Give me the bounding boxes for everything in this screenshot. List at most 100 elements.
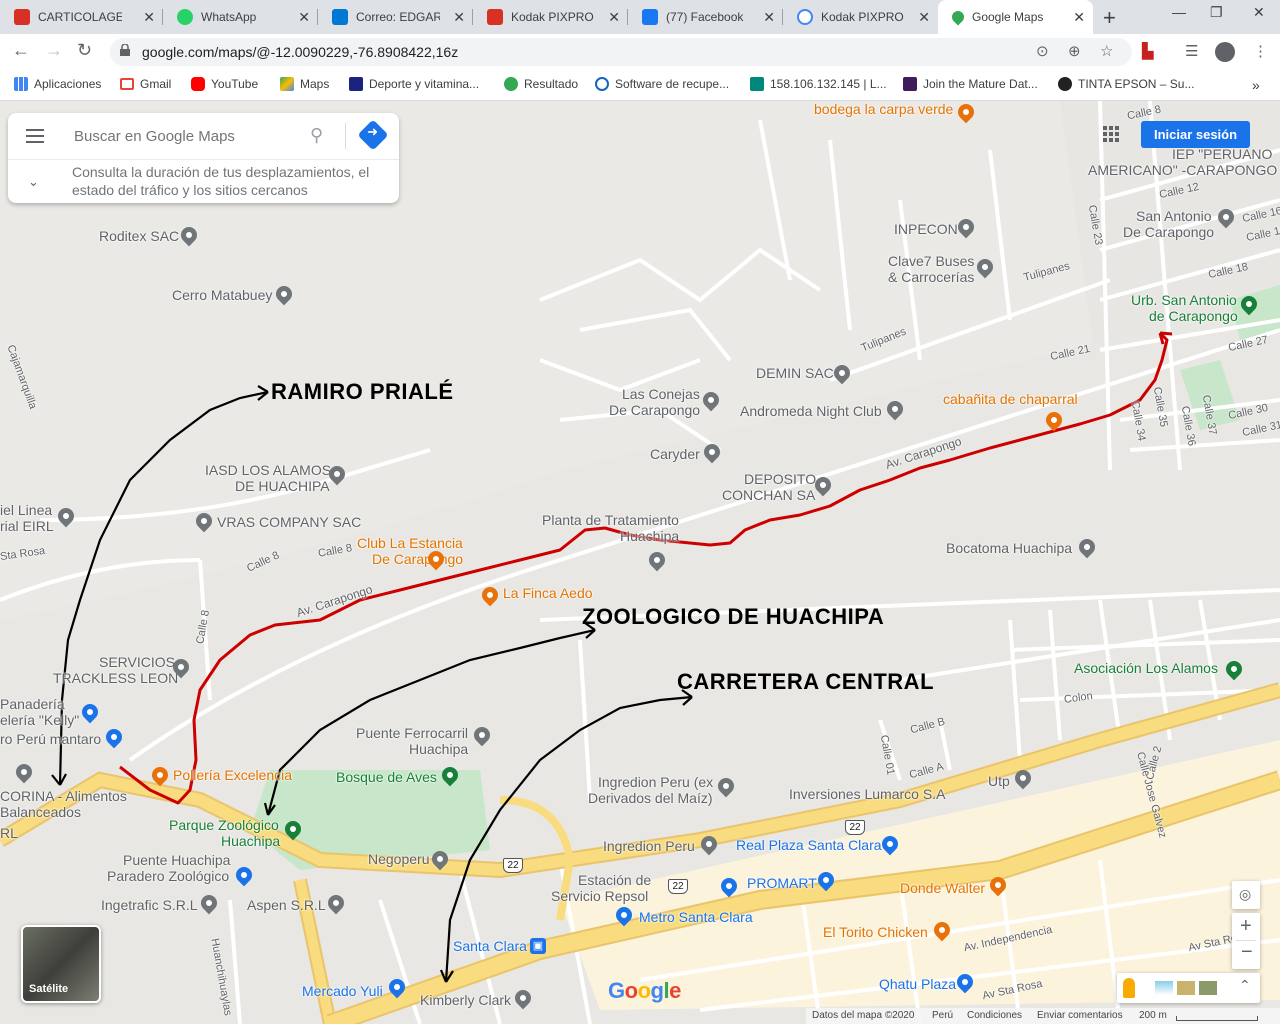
more-bookmarks-icon[interactable]: » bbox=[1252, 77, 1260, 93]
search-input[interactable] bbox=[72, 127, 296, 146]
terms-link[interactable]: Condiciones bbox=[967, 1010, 1022, 1021]
back-icon[interactable]: ← bbox=[12, 40, 30, 61]
expand-icon[interactable]: ⌃ bbox=[1239, 977, 1251, 994]
apps-grid-icon[interactable] bbox=[1103, 126, 1119, 142]
place-label[interactable]: Balanceados bbox=[0, 804, 81, 820]
place-label[interactable]: DE HUACHIPA bbox=[235, 478, 330, 494]
place-label[interactable]: de Carapongo bbox=[1149, 308, 1238, 324]
close-window-icon[interactable]: ✕ bbox=[1253, 4, 1265, 21]
place-label[interactable]: Puente Ferrocarril bbox=[356, 725, 468, 741]
chevron-down-icon[interactable]: ⌄ bbox=[28, 174, 39, 190]
place-label[interactable]: Cerro Matabuey bbox=[172, 287, 272, 303]
place-label[interactable]: Metro Santa Clara bbox=[639, 909, 753, 925]
bookmark-apps[interactable]: Aplicaciones bbox=[14, 77, 101, 91]
train-station-icon[interactable]: ▣ bbox=[530, 938, 546, 954]
location-icon[interactable]: ⊙ bbox=[1036, 42, 1049, 60]
satellite-toggle[interactable]: Satélite bbox=[21, 925, 101, 1003]
bookmark-maps[interactable]: Maps bbox=[280, 77, 329, 91]
place-label[interactable]: Derivados del Maíz) bbox=[588, 790, 713, 806]
bookmark-deporte[interactable]: Deporte y vitamina... bbox=[349, 77, 479, 91]
place-label[interactable]: Asociación Los Alamos bbox=[1074, 660, 1218, 676]
bookmark-gmail[interactable]: Gmail bbox=[120, 77, 171, 91]
place-label[interactable]: rial EIRL bbox=[0, 518, 54, 534]
place-label[interactable]: Mercado Yuli bbox=[302, 983, 383, 999]
place-label[interactable]: iel Linea bbox=[0, 502, 52, 518]
scale-label[interactable]: 200 m bbox=[1139, 1010, 1167, 1021]
country-link[interactable]: Perú bbox=[932, 1010, 953, 1021]
bookmark-mature[interactable]: Join the Mature Dat... bbox=[903, 77, 1038, 91]
place-label[interactable]: cabañita de chaparral bbox=[943, 391, 1078, 407]
place-label[interactable]: Andromeda Night Club bbox=[740, 403, 882, 419]
place-label[interactable]: Kimberly Clark bbox=[420, 992, 511, 1008]
feedback-link[interactable]: Enviar comentarios bbox=[1037, 1010, 1123, 1021]
close-tab-icon[interactable]: ✕ bbox=[143, 9, 155, 26]
place-label[interactable]: RL bbox=[0, 825, 18, 841]
place-label[interactable]: Parque Zoológico bbox=[169, 817, 279, 833]
place-label[interactable]: San Antonio bbox=[1136, 208, 1212, 224]
tab-5[interactable]: Kodak PIXPRO A ✕ bbox=[783, 0, 938, 34]
place-label[interactable]: DEMIN SAC bbox=[756, 365, 834, 381]
place-label[interactable]: Caryder bbox=[650, 446, 700, 462]
place-label[interactable]: Qhatu Plaza bbox=[879, 976, 956, 992]
zoom-in-button[interactable]: + bbox=[1240, 915, 1252, 938]
place-label[interactable]: Bocatoma Huachipa bbox=[946, 540, 1072, 556]
tab-2[interactable]: Correo: EDGAR C ✕ bbox=[318, 0, 473, 34]
place-label[interactable]: bodega la carpa verde bbox=[814, 101, 953, 117]
place-label[interactable]: Clave7 Buses bbox=[888, 253, 974, 269]
bookmark-tinta[interactable]: TINTA EPSON – Su... bbox=[1058, 77, 1194, 91]
bookmark-software[interactable]: Software de recupe... bbox=[595, 77, 729, 91]
address-bar[interactable]: google.com/maps/@-12.0090229,-76.8908422… bbox=[110, 38, 1132, 66]
layer-thumb[interactable] bbox=[1155, 981, 1173, 995]
pdf-extension-icon[interactable]: ▙ bbox=[1142, 42, 1154, 60]
tab-0[interactable]: CARTICOLAGEN ✕ bbox=[0, 0, 163, 34]
place-label[interactable]: Las Conejas bbox=[622, 386, 700, 402]
pegman-icon[interactable] bbox=[1123, 978, 1135, 998]
signin-button[interactable]: Iniciar sesión bbox=[1141, 121, 1250, 148]
map-canvas[interactable]: bodega la carpa verde IEP "PERUANO AMERI… bbox=[0, 101, 1280, 1024]
place-label[interactable]: Estación de bbox=[578, 872, 651, 888]
place-label[interactable]: PROMART bbox=[747, 875, 817, 891]
place-label[interactable]: Puente Huachipa bbox=[123, 852, 230, 868]
close-tab-icon[interactable]: ✕ bbox=[918, 9, 930, 26]
close-tab-icon[interactable]: ✕ bbox=[608, 9, 620, 26]
layer-thumb[interactable] bbox=[1199, 981, 1217, 995]
reading-list-icon[interactable]: ☰ bbox=[1185, 42, 1198, 60]
place-label[interactable]: CORINA - Alimentos bbox=[0, 788, 127, 804]
place-label[interactable]: Huachipa bbox=[221, 833, 280, 849]
bookmark-ip[interactable]: 158.106.132.145 | L... bbox=[750, 77, 887, 91]
place-label[interactable]: El Torito Chicken bbox=[823, 924, 928, 940]
place-label[interactable]: De Carapongo bbox=[609, 402, 700, 418]
place-label[interactable]: Ingredion Peru (ex bbox=[598, 774, 713, 790]
place-label[interactable]: IASD LOS ALAMOS bbox=[205, 462, 331, 478]
place-label[interactable]: CONCHAN SA bbox=[722, 487, 815, 503]
place-label[interactable]: SERVICIOS bbox=[99, 654, 175, 670]
place-label[interactable]: Utp bbox=[988, 773, 1010, 789]
place-label[interactable]: elería "Kelly" bbox=[0, 712, 79, 728]
close-tab-icon[interactable]: ✕ bbox=[763, 9, 775, 26]
place-label[interactable]: INPECON bbox=[894, 221, 958, 237]
bookmark-resultado[interactable]: Resultado bbox=[504, 77, 578, 91]
place-label[interactable]: AMERICANO" -CARAPONGO bbox=[1088, 162, 1277, 178]
place-label[interactable]: Inversiones Lumarco S.A bbox=[789, 786, 945, 802]
forward-icon[interactable]: → bbox=[45, 40, 63, 61]
add-icon[interactable]: ⊕ bbox=[1068, 42, 1081, 60]
place-label[interactable]: VRAS COMPANY SAC bbox=[217, 514, 361, 530]
restore-icon[interactable]: ❐ bbox=[1210, 4, 1223, 21]
place-label[interactable]: Roditex SAC bbox=[99, 228, 179, 244]
place-label[interactable]: Bosque de Aves bbox=[336, 769, 437, 785]
place-label[interactable]: Club La Estancia bbox=[357, 535, 463, 551]
place-label[interactable]: Panadería bbox=[0, 696, 65, 712]
place-label[interactable]: Paradero Zoológico bbox=[107, 868, 229, 884]
place-label[interactable]: IEP "PERUANO bbox=[1172, 146, 1272, 162]
place-label[interactable]: DEPOSITO bbox=[744, 471, 816, 487]
tab-6-active[interactable]: Google Maps ✕ bbox=[938, 0, 1093, 34]
place-label[interactable]: Urb. San Antonio bbox=[1131, 292, 1237, 308]
place-label[interactable]: Huachipa bbox=[409, 741, 468, 757]
place-label[interactable]: Aspen S.R.L bbox=[247, 897, 326, 913]
place-label[interactable]: Real Plaza Santa Clara bbox=[736, 837, 882, 853]
tab-4[interactable]: (77) Facebook ✕ bbox=[628, 0, 783, 34]
place-label[interactable]: Ingredion Peru bbox=[603, 838, 695, 854]
close-tab-icon[interactable]: ✕ bbox=[453, 9, 465, 26]
menu-hamburger-icon[interactable] bbox=[26, 129, 44, 143]
search-icon[interactable]: ⚲ bbox=[310, 125, 323, 146]
